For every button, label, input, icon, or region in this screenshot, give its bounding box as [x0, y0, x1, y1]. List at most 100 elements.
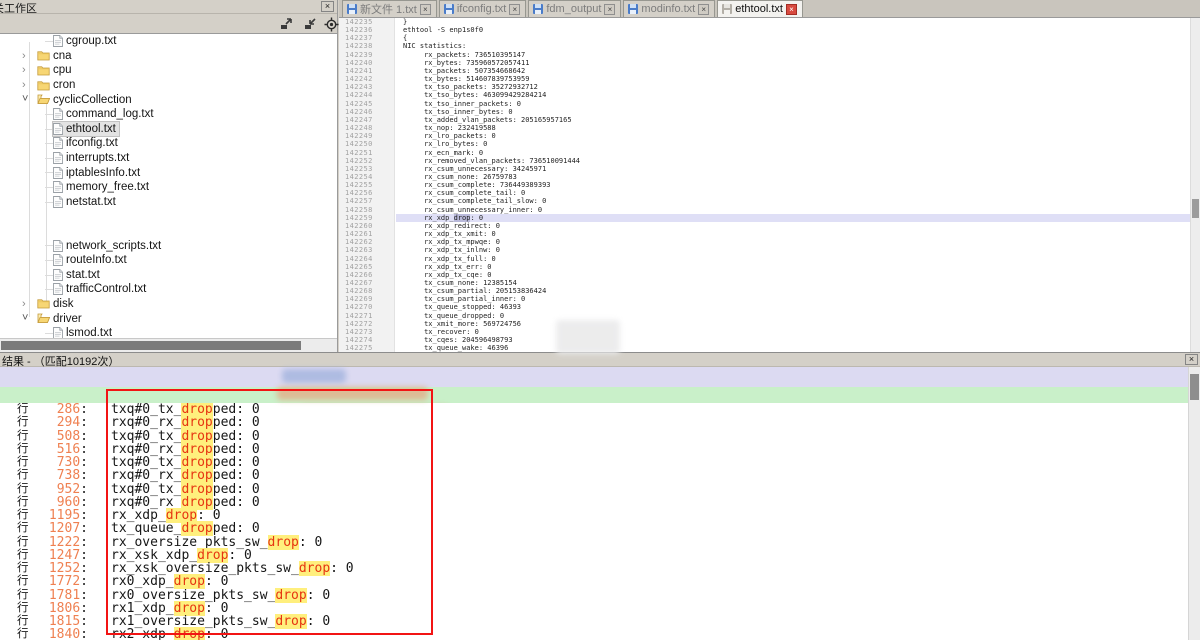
tab-close-icon[interactable]: × [786, 4, 797, 15]
tab-close-icon[interactable]: × [698, 4, 709, 15]
tree-item-label: iptablesInfo.txt [66, 167, 140, 179]
row-line-label: 行 [17, 522, 29, 535]
tree-item-content: iptablesInfo.txt [53, 165, 140, 180]
tree-item-ethtool-txt[interactable]: ethtool.txt [0, 122, 337, 137]
tree-item-network-scripts-txt[interactable]: network_scripts.txt [0, 238, 337, 253]
tab--1-txt[interactable]: 新文件 1.txt× [342, 0, 437, 17]
tree-item-disk[interactable]: ›disk [0, 297, 337, 312]
results-search-summary: 搜索 "drop" （1个文件中匹配到10192次，总计次） [0, 367, 1188, 387]
tree-item-iptablesinfo-txt[interactable]: iptablesInfo.txt [0, 165, 337, 180]
chevron-down-icon[interactable]: ˅ [22, 92, 28, 106]
line-number: 142249 [339, 132, 394, 140]
chevron-right-icon[interactable]: › [22, 63, 26, 77]
tree-item-netstat-txt[interactable]: netstat.txt [0, 195, 337, 210]
editor-line: tx_packets: 507354668642 [396, 67, 1190, 75]
row-line-label: 行 [17, 496, 29, 509]
folder-open-icon [37, 94, 50, 105]
selected-match: drop [454, 214, 471, 222]
expand-all-icon[interactable] [279, 17, 293, 31]
row-line-number: 1247: [28, 549, 88, 562]
tree-scrollbar-thumb[interactable] [1, 341, 301, 350]
line-number: 142258 [339, 206, 394, 214]
tab-close-icon[interactable]: × [509, 4, 520, 15]
tree-item-content: lsmod.txt [53, 326, 112, 338]
editor-line: } [396, 18, 1190, 26]
locate-file-icon[interactable] [324, 17, 338, 31]
line-number: 142274 [339, 336, 394, 344]
tree-item-ifconfig-txt[interactable]: ifconfig.txt [0, 136, 337, 151]
editor-text-area[interactable]: }ethtool -S enp1s0f0{NIC statistics: rx_… [396, 18, 1190, 352]
line-number: 142238 [339, 42, 394, 50]
line-number: 142253 [339, 165, 394, 173]
results-close-button[interactable]: × [1185, 354, 1198, 365]
line-number: 142262 [339, 238, 394, 246]
collapse-all-icon[interactable] [303, 17, 317, 31]
tree-item-stat-txt[interactable]: stat.txt [0, 268, 337, 283]
file-icon [53, 181, 63, 193]
tab-close-icon[interactable]: × [604, 4, 615, 15]
editor-line: rx_bytes: 735960572057411 [396, 59, 1190, 67]
tab-close-icon[interactable]: × [420, 4, 431, 15]
tree-item-memory-free-txt[interactable]: memory_free.txt [0, 180, 337, 195]
row-line-number: 1207: [28, 522, 88, 535]
results-scrollbar-thumb[interactable] [1190, 374, 1199, 400]
row-line-label: 行 [17, 589, 29, 602]
tree-stub [45, 187, 53, 188]
tree-item-cna[interactable]: ›cna [0, 49, 337, 64]
line-number: 142240 [339, 59, 394, 67]
tree-stub [45, 333, 53, 334]
tree-item-label: routeInfo.txt [66, 254, 127, 266]
editor-line: rx_xdp_redirect: 0 [396, 222, 1190, 230]
editor-scrollbar-thumb[interactable] [1192, 199, 1199, 218]
tree-item-routeinfo-txt[interactable]: routeInfo.txt [0, 253, 337, 268]
workspace-close-button[interactable]: × [321, 1, 334, 12]
tree-item-content: cyclicCollection [37, 92, 132, 107]
chevron-right-icon[interactable]: › [22, 78, 26, 92]
tree-item-label: cgroup.txt [66, 35, 117, 47]
line-number: 142250 [339, 140, 394, 148]
tab-ethtool-txt[interactable]: ethtool.txt× [717, 0, 803, 17]
save-icon [533, 4, 543, 14]
chevron-right-icon[interactable]: › [22, 49, 26, 63]
editor-line: rx_csum_unnecessary: 34245971 [396, 165, 1190, 173]
line-number: 142237 [339, 34, 394, 42]
chevron-right-icon[interactable]: › [22, 297, 26, 311]
line-number: 142269 [339, 295, 394, 303]
tree-item-driver[interactable]: ˅ driver [0, 311, 337, 326]
results-header: 结果 - （匹配10192次） [0, 353, 1200, 367]
file-icon [53, 167, 63, 179]
redaction-blur [282, 369, 346, 383]
tree-item-content: cgroup.txt [53, 34, 117, 49]
row-line-label: 行 [17, 416, 29, 429]
tab-ifconfig-txt[interactable]: ifconfig.txt× [439, 0, 527, 17]
tree-item-lsmod-txt[interactable]: lsmod.txt [0, 326, 337, 338]
line-number: 142265 [339, 263, 394, 271]
line-number: 142257 [339, 197, 394, 205]
tree-item-cycliccollection[interactable]: ˅ cyclicCollection [0, 92, 337, 107]
folder-open-icon [37, 313, 50, 324]
tree-item-cpu[interactable]: ›cpu [0, 63, 337, 78]
editor-line: tx_nop: 232419588 [396, 124, 1190, 132]
tree-item-cgroup-txt[interactable]: cgroup.txt [0, 34, 337, 49]
tree-item-interrupts-txt[interactable]: interrupts.txt [0, 151, 337, 166]
chevron-down-icon[interactable]: ˅ [22, 311, 28, 325]
line-number: 142239 [339, 51, 394, 59]
tree-item-trafficcontrol-txt[interactable]: trafficControl.txt [0, 282, 337, 297]
editor-vertical-scrollbar[interactable] [1190, 18, 1200, 352]
row-line-number: 1252: [28, 562, 88, 575]
tree-item-content: memory_free.txt [53, 180, 149, 195]
file-icon [53, 269, 63, 281]
line-number: 142255 [339, 181, 394, 189]
tree-item-command-log-txt[interactable]: command_log.txt [0, 107, 337, 122]
tree-horizontal-scrollbar[interactable] [0, 338, 337, 352]
tab-modinfo-txt[interactable]: modinfo.txt× [623, 0, 715, 17]
tree-item-content: driver [37, 311, 82, 326]
folder-icon [37, 65, 50, 76]
results-vertical-scrollbar[interactable] [1188, 367, 1200, 640]
tree-stub [45, 143, 53, 144]
tab-fdm-output[interactable]: fdm_output× [528, 0, 621, 17]
tree-item-cron[interactable]: ›cron [0, 78, 337, 93]
editor-line: tx_tso_bytes: 463099429284214 [396, 91, 1190, 99]
editor-body[interactable]: 1422351422361422371422381422391422401422… [339, 18, 1200, 352]
row-line-number: 294: [28, 416, 88, 429]
